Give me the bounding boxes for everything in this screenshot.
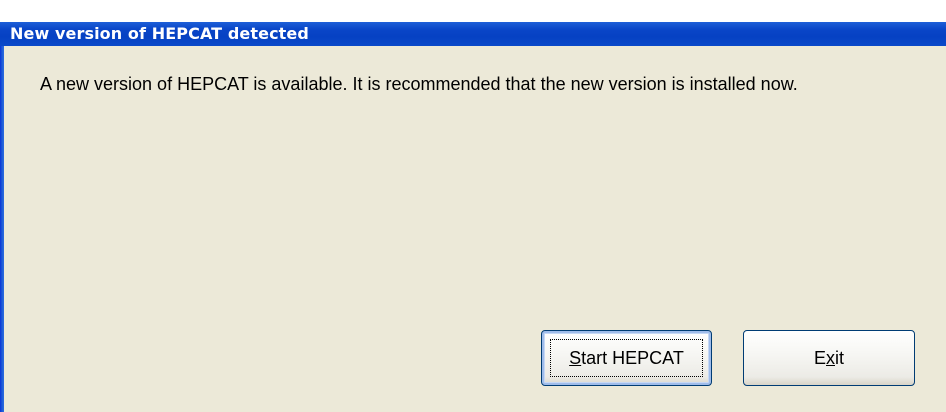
exit-button[interactable]: Exit [743,330,915,386]
exit-button-label: Exit [813,347,844,368]
title-bar[interactable]: New version of HEPCAT detected [0,22,946,46]
dialog-window: New version of HEPCAT detected A new ver… [0,0,946,412]
accelerator-key: x [826,347,835,368]
start-hepcat-button-label: Start HEPCAT [569,347,684,368]
update-message: A new version of HEPCAT is available. It… [40,74,798,94]
accelerator-key: S [569,347,582,368]
window-title: New version of HEPCAT detected [10,24,309,43]
start-hepcat-button[interactable]: Start HEPCAT [541,330,712,386]
